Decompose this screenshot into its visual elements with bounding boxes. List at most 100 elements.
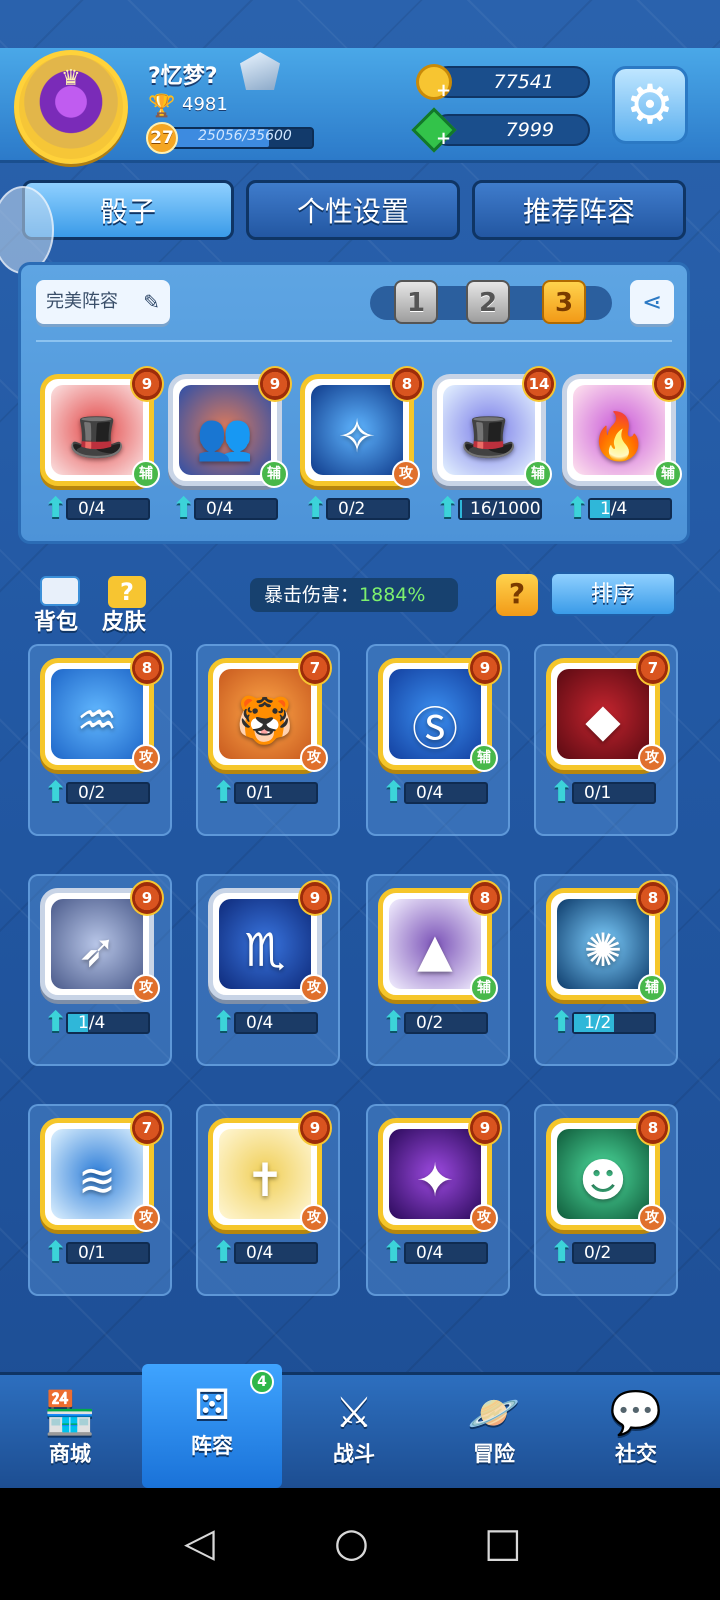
red-hat-glyph-icon: 🎩 <box>68 409 126 463</box>
card-level-badge: 8 <box>130 650 164 686</box>
attack-role-badge: 攻 <box>300 974 328 1002</box>
dragon-icon: ≋ <box>51 1129 143 1219</box>
trophy-icon: 🏆 <box>148 94 176 119</box>
card-progress-text: 0/4 <box>206 499 234 519</box>
card-progress-bar: 0/4 <box>234 1242 318 1264</box>
card-progress-text: 0/2 <box>78 783 106 803</box>
card-level-badge: 9 <box>258 366 292 402</box>
support-role-badge: 辅 <box>132 460 160 488</box>
nav-label: 商城 <box>49 1442 91 1466</box>
recents-icon[interactable]: □ <box>484 1518 522 1568</box>
card-progress-bar: 16/1000 <box>458 498 542 520</box>
card-progress-text: 1/4 <box>600 499 628 519</box>
crit-damage-value: 1884% <box>359 584 426 606</box>
card-level-badge: 7 <box>636 650 670 686</box>
crit-damage-display: 暴击伤害：1884% <box>250 578 458 612</box>
card-progress-bar: 0/1 <box>66 1242 150 1264</box>
system-nav-bar: ◁ ○ □ <box>0 1488 720 1600</box>
deck-divider <box>36 340 672 342</box>
nav-shop[interactable]: 🏪 商城 <box>0 1372 140 1488</box>
nav-chat[interactable]: 💬 社交 <box>566 1372 706 1488</box>
card-progress-text: 0/1 <box>78 1243 106 1263</box>
skin-button[interactable]: ? 皮肤 <box>102 576 150 635</box>
help-button[interactable]: ? <box>496 574 538 616</box>
deck-name-button[interactable]: 完美阵容 ✎ <box>36 280 170 324</box>
card-progress-bar: 0/1 <box>234 782 318 804</box>
holy-cross-icon: ✝ <box>219 1129 311 1219</box>
card-level-badge: 14 <box>522 366 556 402</box>
card-progress-bar: 0/4 <box>234 1012 318 1034</box>
attack-role-badge: 攻 <box>638 744 666 772</box>
card-progress-bar: 0/4 <box>404 782 488 804</box>
twin-figures-icon: 👥 <box>179 385 271 475</box>
card-level-badge: 9 <box>652 366 686 402</box>
red-hat-icon: 🎩 <box>51 385 143 475</box>
deck-slot-3[interactable]: 3 <box>542 280 586 324</box>
scorpion-icon: ♏ <box>219 899 311 989</box>
gold-counter: 77541 <box>432 66 590 98</box>
card-level-badge: 9 <box>130 366 164 402</box>
attack-role-badge: 攻 <box>392 460 420 488</box>
deck-name: 完美阵容 <box>46 291 118 312</box>
tiger-glyph-icon: 🐯 <box>236 693 294 747</box>
swords-icon: ⚔ <box>335 1388 373 1437</box>
crown-icon: ♛ <box>61 66 81 91</box>
card-progress-bar: 0/2 <box>66 782 150 804</box>
ghost-icon: ☻ <box>557 1129 649 1219</box>
witch-hat-icon: ▲ <box>389 899 481 989</box>
card-level-badge: 9 <box>468 650 502 686</box>
home-icon[interactable]: ○ <box>334 1518 369 1568</box>
notification-badge: 4 <box>250 1370 274 1394</box>
fire-altar-glyph-icon: 🔥 <box>590 409 648 463</box>
card-progress-text: 0/4 <box>246 1013 274 1033</box>
tab-recommended-deck[interactable]: 推荐阵容 <box>472 180 686 240</box>
nav-swords[interactable]: ⚔ 战斗 <box>284 1372 424 1488</box>
archer-icon: ➶ <box>51 899 143 989</box>
deck-slot-1[interactable]: 1 <box>394 280 438 324</box>
holy-cross-glyph-icon: ✝ <box>245 1153 285 1207</box>
card-level-badge: 9 <box>468 1110 502 1146</box>
card-progress-bar: 0/4 <box>194 498 278 520</box>
dandelion-icon: ✺ <box>557 899 649 989</box>
planet-icon: 🪐 <box>467 1388 521 1437</box>
card-progress-text: 0/2 <box>338 499 366 519</box>
settings-button[interactable]: ⚙ <box>612 66 688 144</box>
attack-role-badge: 攻 <box>132 974 160 1002</box>
card-progress-bar: 0/2 <box>404 1012 488 1034</box>
card-progress-text: 0/2 <box>584 1243 612 1263</box>
xp-text: 25056/35600 <box>198 128 292 144</box>
gem-value: 7999 <box>505 119 554 141</box>
back-icon[interactable]: ◁ <box>184 1518 215 1568</box>
player-avatar[interactable]: ♛ <box>14 50 128 164</box>
add-gems-icon[interactable]: + <box>436 128 451 149</box>
nav-dice[interactable]: ⚄ 阵容 4 <box>142 1364 282 1488</box>
nav-planet[interactable]: 🪐 冒险 <box>424 1372 564 1488</box>
light-figure-glyph-icon: ✧ <box>337 409 377 463</box>
card-progress-text: 0/4 <box>78 499 106 519</box>
support-role-badge: 辅 <box>524 460 552 488</box>
purple-beam-glyph-icon: ✦ <box>415 1153 455 1207</box>
card-progress-bar: 1/4 <box>66 1012 150 1034</box>
add-gold-icon[interactable]: + <box>436 80 451 101</box>
nav-label: 社交 <box>615 1442 657 1466</box>
card-progress-bar: 1/2 <box>572 1012 656 1034</box>
player-level: 27 <box>146 122 178 154</box>
card-level-badge: 8 <box>390 366 424 402</box>
dragon-glyph-icon: ≋ <box>77 1153 117 1207</box>
backpack-button[interactable]: 背包 <box>34 576 82 635</box>
s-coin-icon: Ⓢ <box>389 669 481 759</box>
card-progress-bar: 0/2 <box>326 498 410 520</box>
witch-hat-glyph-icon: ▲ <box>417 923 453 977</box>
deck-slot-2[interactable]: 2 <box>466 280 510 324</box>
attack-role-badge: 攻 <box>638 1204 666 1232</box>
tab-customize[interactable]: 个性设置 <box>246 180 460 240</box>
share-button[interactable]: ⋖ <box>630 280 674 324</box>
card-progress-text: 1/4 <box>78 1013 106 1033</box>
card-level-badge: 9 <box>298 880 332 916</box>
sort-button[interactable]: 排序 <box>550 572 676 616</box>
card-progress-bar: 0/4 <box>66 498 150 520</box>
magic-hat-glyph-icon: 🎩 <box>460 409 518 463</box>
support-role-badge: 辅 <box>260 460 288 488</box>
shop-icon: 🏪 <box>43 1388 97 1437</box>
card-progress-text: 0/1 <box>584 783 612 803</box>
